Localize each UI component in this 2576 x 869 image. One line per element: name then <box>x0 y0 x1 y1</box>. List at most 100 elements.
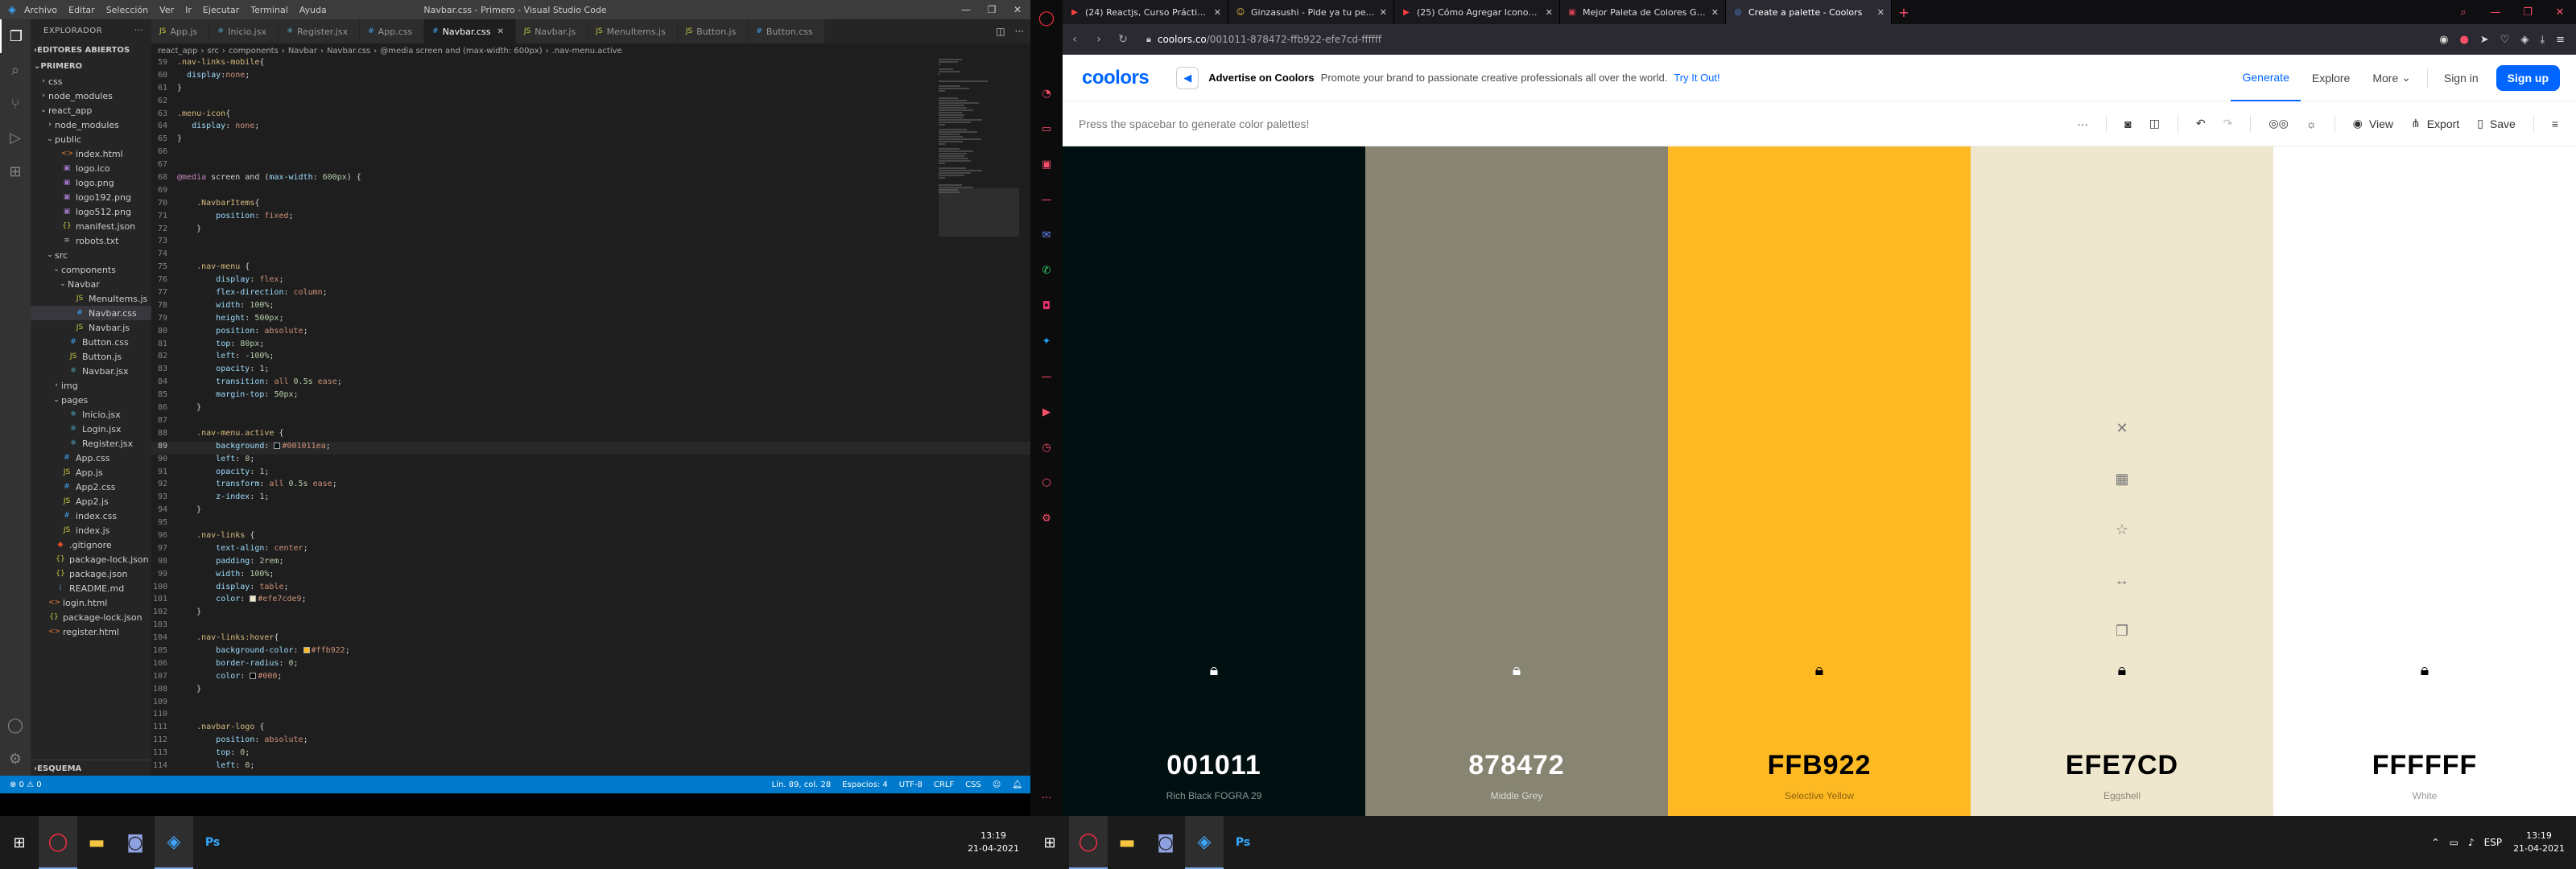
source-control-icon[interactable]: ⑂ <box>0 87 31 121</box>
opera-browser-icon[interactable]: ◯ <box>1069 816 1108 869</box>
color-swatch[interactable]: 🔒︎ FFFFFF White <box>2273 146 2576 816</box>
editor-tab[interactable]: # Navbar.css ✕ <box>424 19 516 43</box>
extensions-cube-icon[interactable]: ⬡ <box>1030 465 1063 500</box>
tree-file[interactable]: ⚛ Login.jsx <box>31 422 151 436</box>
undo-icon[interactable]: ↶ <box>2196 117 2206 130</box>
color-hex-code[interactable]: FFB922 <box>1668 750 1971 781</box>
minimize-icon[interactable]: — <box>953 0 979 19</box>
discord-icon[interactable]: ◙ <box>1146 816 1185 869</box>
code-line[interactable]: 73 <box>151 237 1030 249</box>
feedback-icon[interactable]: ☺ <box>993 780 1001 789</box>
breadcrumb-item[interactable]: Navbar <box>288 47 317 56</box>
language-indicator[interactable]: ESP <box>2484 837 2502 848</box>
code-line[interactable]: 71 position: fixed; <box>151 212 1030 224</box>
tree-file[interactable]: JS MenuItems.js <box>31 291 151 306</box>
close-icon[interactable]: ✕ <box>2544 0 2576 24</box>
editor-tab[interactable]: JS Button.js <box>677 19 749 43</box>
tree-file[interactable]: {} package.json <box>31 566 151 581</box>
adjust-icon[interactable]: ☼ <box>2306 117 2317 130</box>
code-line[interactable]: 86 } <box>151 403 1030 416</box>
tree-file[interactable]: ◆ .gitignore <box>31 537 151 552</box>
menu-item[interactable]: Archivo <box>24 5 57 15</box>
code-line[interactable]: 92 transform: all 0.5s ease; <box>151 480 1030 492</box>
photoshop-icon[interactable]: Ps <box>1224 816 1262 869</box>
code-line[interactable]: 63 .menu-icon{ <box>151 109 1030 122</box>
export-button[interactable]: ⋔ Export <box>2411 117 2459 130</box>
menu-item[interactable]: Ayuda <box>299 5 327 15</box>
editor-tab[interactable]: # App.css <box>360 19 425 43</box>
project-section[interactable]: ⌄ PRIMERO <box>31 58 151 74</box>
code-editor[interactable]: 59 .nav-links-mobile{60 display:none; 61} 6… <box>151 58 1030 776</box>
code-line[interactable]: 59 .nav-links-mobile{ <box>151 58 1030 71</box>
search-icon[interactable]: ⌕ <box>2447 0 2479 24</box>
open-editors-section[interactable]: › EDITORES ABIERTOS <box>31 42 151 58</box>
code-line[interactable]: 60 display:none; <box>151 71 1030 84</box>
encoding[interactable]: UTF-8 <box>899 780 923 789</box>
tree-file[interactable]: {} package-lock.json <box>31 552 151 566</box>
code-line[interactable]: 110 <box>151 710 1030 723</box>
editor-tab[interactable]: ⚛ Inicio.jsx <box>209 19 279 43</box>
minimize-icon[interactable]: — <box>2479 0 2512 24</box>
color-hex-code[interactable]: EFE7CD <box>1971 750 2273 781</box>
shopping-icon[interactable]: ▭ <box>1030 111 1063 146</box>
code-line[interactable]: 105 background-color: #ffb922; <box>151 646 1030 659</box>
search-icon[interactable]: ⌕ <box>0 53 31 87</box>
tree-file[interactable]: ▣ logo.ico <box>31 161 151 175</box>
wallet-icon[interactable]: ◈ <box>2520 34 2529 46</box>
breadcrumb-item[interactable]: react_app <box>158 47 197 56</box>
code-line[interactable]: 67 <box>151 160 1030 173</box>
vscode-taskbar-icon[interactable]: ◈ <box>155 816 193 869</box>
code-line[interactable]: 85 margin-top: 50px; <box>151 390 1030 403</box>
code-line[interactable]: 80 position: absolute; <box>151 327 1030 340</box>
code-line[interactable]: 78 width: 100%; <box>151 301 1030 314</box>
outline-section[interactable]: › ESQUEMA <box>31 760 151 776</box>
tree-folder[interactable]: ⌄ react_app <box>31 103 151 117</box>
tree-file[interactable]: ▣ logo.png <box>31 175 151 190</box>
ad-link[interactable]: Try It Out! <box>1674 72 1719 84</box>
account-icon[interactable]: ◯ <box>0 708 31 742</box>
reload-icon[interactable]: ↻ <box>1111 33 1135 46</box>
browser-tab[interactable]: ▶ (24) Reactjs, Curso Práctico... ✕ <box>1063 0 1228 24</box>
nav-explore[interactable]: Explore <box>2301 55 2361 101</box>
code-line[interactable]: 61} <box>151 84 1030 97</box>
code-line[interactable]: 112 position: absolute; <box>151 735 1030 748</box>
discord-icon[interactable]: ◙ <box>116 816 155 869</box>
tree-file[interactable]: JS Navbar.js <box>31 320 151 335</box>
tree-file[interactable]: ⚛ Register.jsx <box>31 436 151 451</box>
forward-icon[interactable]: › <box>1087 33 1111 46</box>
signup-button[interactable]: Sign up <box>2496 64 2560 91</box>
settings-gear-icon[interactable]: ⚙ <box>1030 500 1063 536</box>
tree-file[interactable]: JS App.js <box>31 465 151 480</box>
code-line[interactable]: 82 left: -100%; <box>151 352 1030 364</box>
download-icon[interactable]: ⤓ <box>2540 34 2545 46</box>
explorer-icon[interactable]: ❐ <box>0 19 31 53</box>
copy-icon[interactable]: ❐ <box>2116 623 2128 640</box>
code-line[interactable]: 84 transition: all 0.5s ease; <box>151 377 1030 390</box>
problems-indicator[interactable]: ⊗ 0 ⚠ 0 <box>10 780 42 789</box>
instagram-icon[interactable]: ◘ <box>1030 288 1063 323</box>
code-line[interactable]: 90 left: 0; <box>151 455 1030 467</box>
tree-file[interactable]: # Navbar.css <box>31 306 151 320</box>
code-line[interactable]: 97 text-align: center; <box>151 544 1030 557</box>
camera-icon[interactable]: ◙ <box>2124 117 2131 130</box>
advertise-banner[interactable]: ◀ Advertise on Coolors Promote your bran… <box>1176 66 1720 89</box>
code-line[interactable]: 88 .nav-menu.active { <box>151 429 1030 442</box>
tree-file[interactable]: {} package-lock.json <box>31 610 151 624</box>
code-line[interactable]: 103 <box>151 620 1030 633</box>
redo-icon[interactable]: ↷ <box>2223 117 2233 130</box>
drag-arrows-icon[interactable]: ↔ <box>2115 572 2129 589</box>
browser-tab[interactable]: ▣ Mejor Paleta de Colores Gr... ✕ <box>1560 0 1726 24</box>
player-icon[interactable]: ▶ <box>1030 394 1063 430</box>
tree-file[interactable]: # App2.css <box>31 480 151 494</box>
minimap-viewport[interactable] <box>939 188 1019 237</box>
new-tab-icon[interactable]: + <box>1892 0 1916 24</box>
settings-gear-icon[interactable]: ⚙ <box>0 742 31 776</box>
clock[interactable]: 13:19 21-04-2021 <box>2513 830 2576 855</box>
history-icon[interactable]: ◷ <box>1030 430 1063 465</box>
save-button[interactable]: ▯ Save <box>2477 117 2516 130</box>
lock-icon[interactable]: 🔒︎ <box>1365 661 1668 680</box>
menu-item[interactable]: Editar <box>68 5 95 15</box>
editor-tab[interactable]: JS MenuItems.js <box>588 19 678 43</box>
code-line[interactable]: 66 <box>151 147 1030 160</box>
snapshot-icon[interactable]: ◉ <box>2439 34 2448 46</box>
